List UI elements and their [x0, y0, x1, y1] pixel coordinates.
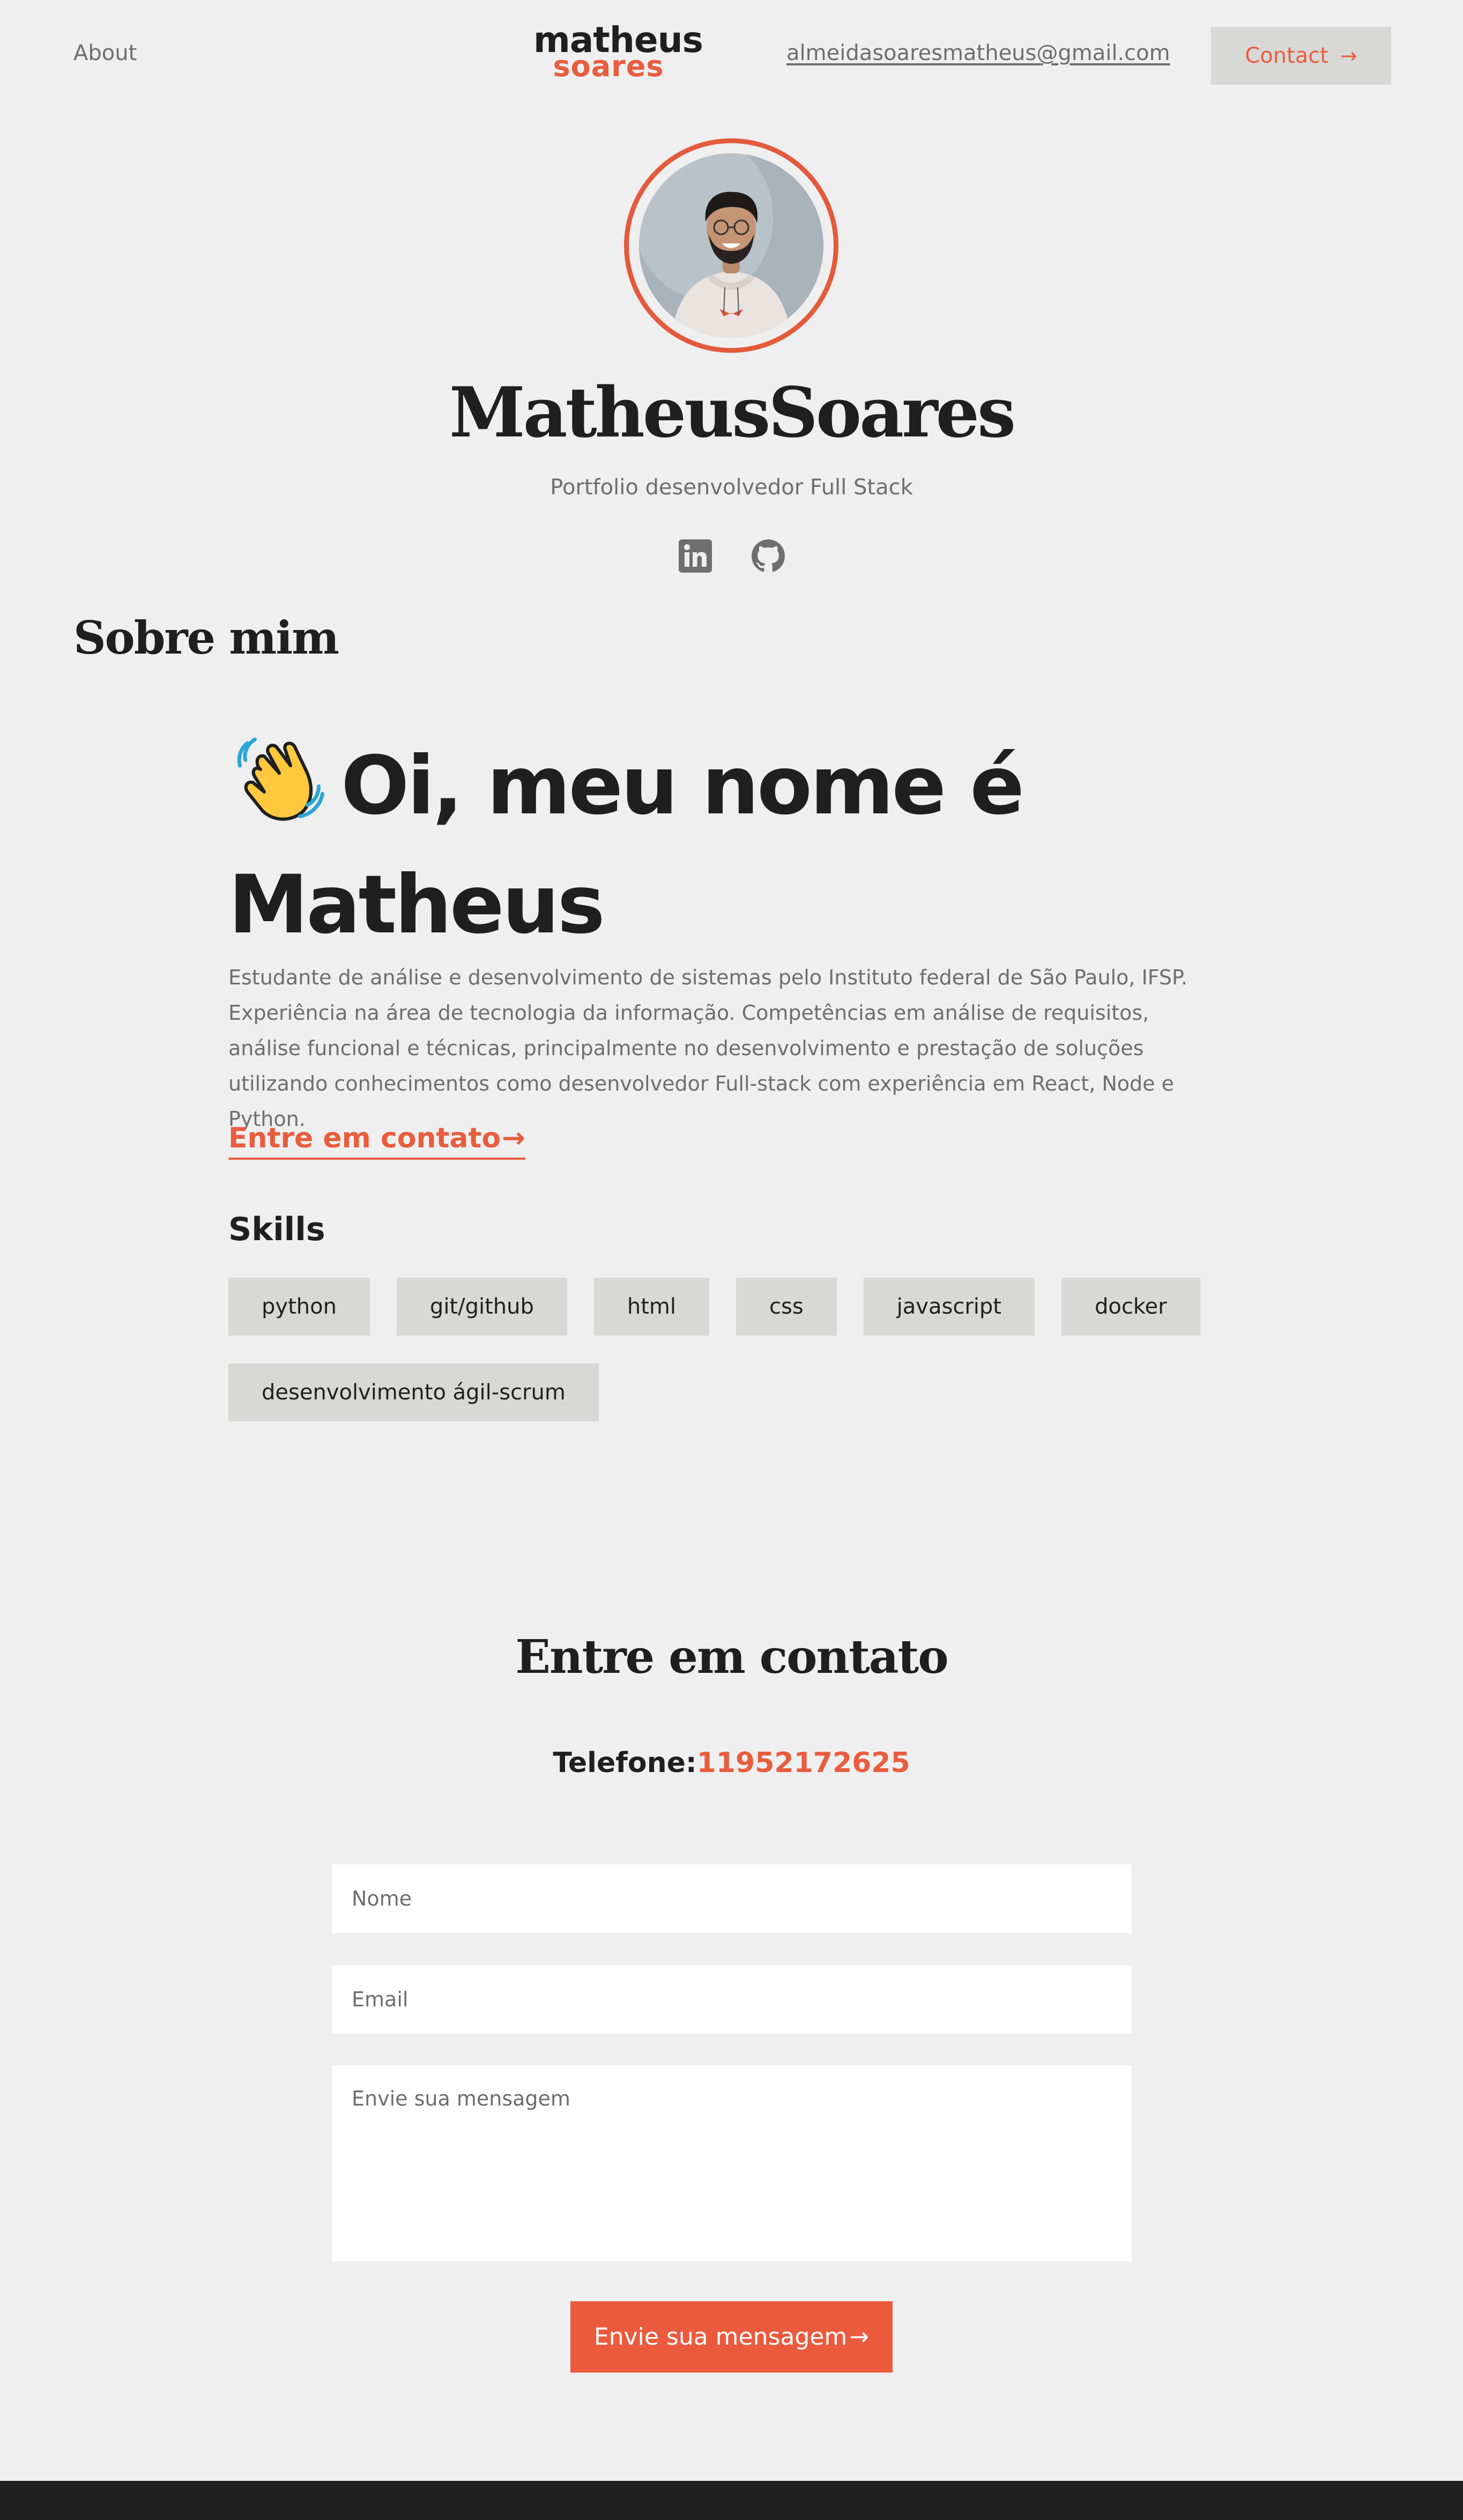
greeting-heading: Oi, meu nome é Matheus	[228, 727, 1247, 965]
about-section-title: Sobre mim	[73, 611, 339, 664]
contact-button-label: Contact	[1245, 43, 1328, 68]
email-input[interactable]	[332, 1965, 1132, 2034]
greeting-line-2: Matheus	[228, 858, 605, 952]
greeting-line-1: Oi, meu nome é	[341, 739, 1024, 833]
skill-chip[interactable]: python	[228, 1278, 370, 1336]
skills-title: Skills	[228, 1211, 325, 1248]
site-logo[interactable]: matheus soares	[533, 22, 703, 84]
phone-label: Telefone:	[553, 1747, 697, 1779]
avatar-ring	[624, 138, 838, 353]
name-input[interactable]	[332, 1864, 1132, 1933]
skill-chip[interactable]: desenvolvimento ágil-scrum	[228, 1363, 599, 1421]
contact-link[interactable]: Entre em contato →	[228, 1122, 525, 1160]
arrow-right-icon: →	[849, 2323, 870, 2351]
send-button-label: Envie sua mensagem	[593, 2323, 848, 2351]
phone-line: Telefone:11952172625	[0, 1747, 1463, 1779]
hero-subtitle: Portfolio desenvolvedor Full Stack	[550, 475, 913, 500]
site-header: About matheus soares almeidasoaresmatheu…	[0, 0, 1463, 110]
contact-link-label: Entre em contato	[228, 1122, 501, 1154]
skill-chip[interactable]: javascript	[863, 1278, 1035, 1336]
skill-chip[interactable]: git/github	[396, 1278, 567, 1336]
bio-paragraph: Estudante de análise e desenvolvimento d…	[228, 966, 1188, 1131]
site-footer	[0, 2481, 1463, 2520]
linkedin-icon[interactable]	[678, 538, 713, 574]
contact-section-title: Entre em contato	[515, 1630, 948, 1684]
arrow-right-icon: →	[502, 1122, 525, 1154]
send-message-button[interactable]: Envie sua mensagem →	[570, 2301, 893, 2373]
avatar	[639, 153, 823, 338]
arrow-right-icon: →	[1340, 44, 1357, 68]
portfolio-page: About matheus soares almeidasoaresmatheu…	[0, 0, 1463, 2520]
skill-chip[interactable]: css	[736, 1278, 837, 1336]
avatar-photo	[639, 153, 823, 338]
message-textarea[interactable]	[332, 2065, 1132, 2261]
skills-list: python git/github html css javascript do…	[228, 1278, 1247, 1421]
github-icon[interactable]	[751, 538, 786, 574]
header-email-link[interactable]: almeidasoaresmatheus@gmail.com	[786, 41, 1170, 65]
phone-number[interactable]: 11952172625	[697, 1747, 910, 1779]
skill-chip[interactable]: html	[593, 1278, 709, 1336]
hero-name: MatheusSoares	[449, 373, 1016, 453]
logo-line-2: soares	[553, 49, 664, 84]
contact-button[interactable]: Contact →	[1211, 27, 1391, 85]
skill-chip[interactable]: docker	[1061, 1278, 1200, 1336]
nav-about-link[interactable]: About	[73, 41, 137, 65]
